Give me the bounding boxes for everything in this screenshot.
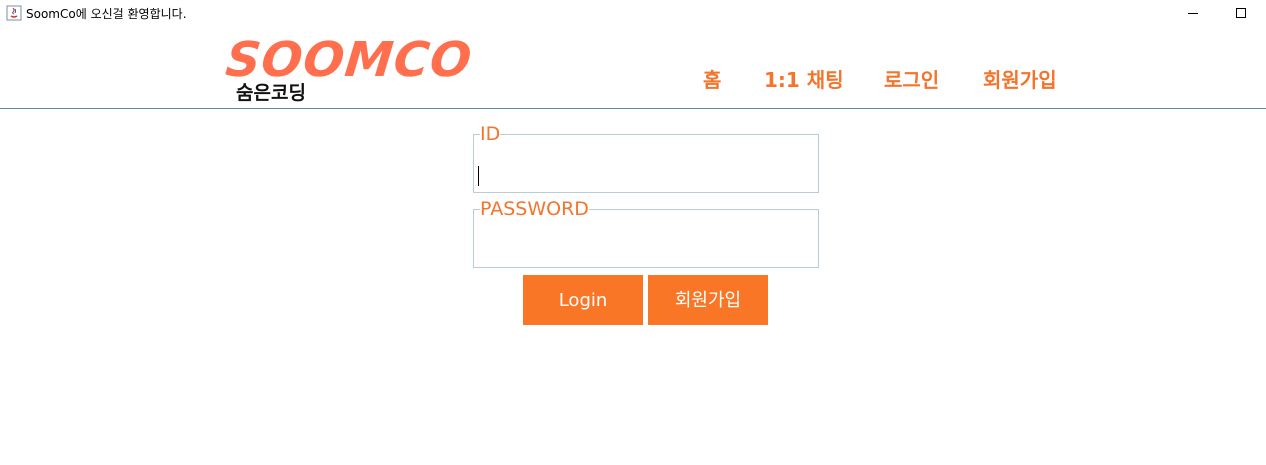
window-title-bar: SoomCo에 오신걸 환영합니다. [0,0,1266,28]
id-fieldset: ID [473,125,819,193]
nav-login[interactable]: 로그인 [884,64,939,93]
password-input[interactable] [476,218,816,248]
signup-button[interactable]: 회원가입 [648,275,768,325]
soomco-logo[interactable]: SOOMCO 숨은코딩 [223,32,475,104]
maximize-icon[interactable] [1218,0,1264,28]
nav-chat[interactable]: 1:1 채팅 [764,64,844,93]
window-title: SoomCo에 오신걸 환영합니다. [26,7,187,21]
nav-signup[interactable]: 회원가입 [983,64,1057,93]
id-label: ID [480,123,501,145]
app-header: SOOMCO 숨은코딩 홈 1:1 채팅 로그인 회원가입 [0,28,1266,109]
password-fieldset: PASSWORD [473,200,819,268]
login-button[interactable]: Login [523,275,643,325]
nav-home[interactable]: 홈 [703,64,721,93]
minimize-icon[interactable] [1170,0,1216,28]
logo-sub-text: 숨은코딩 [236,82,306,104]
password-label: PASSWORD [480,198,589,220]
text-caret [478,166,479,186]
id-input[interactable] [476,143,816,173]
java-app-icon [6,5,22,21]
